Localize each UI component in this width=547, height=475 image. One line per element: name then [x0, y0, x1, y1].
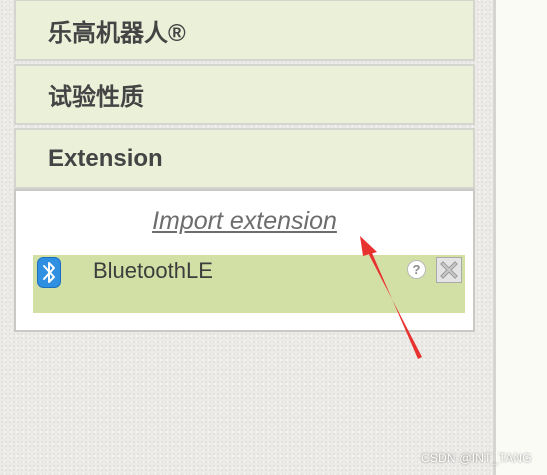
import-extension-link[interactable]: Import extension [16, 207, 473, 236]
drawer-label: 试验性质 [48, 84, 144, 111]
bluetooth-icon [37, 257, 61, 288]
drawer-label: 乐高机器人® [48, 19, 186, 47]
delete-extension-icon[interactable] [436, 257, 462, 283]
viewer-pane [496, 0, 547, 475]
drawer-label: Extension [48, 144, 163, 172]
drawer-experimental[interactable]: 试验性质 [14, 64, 475, 125]
extension-drawer-body: Import extension BluetoothLE ? [14, 189, 475, 332]
drawer-lego-robots[interactable]: 乐高机器人® [14, 0, 475, 61]
help-icon[interactable]: ? [407, 260, 426, 279]
watermark: CSDN @INT_TANG [421, 451, 532, 465]
component-label: BluetoothLE [93, 258, 213, 283]
component-item-bluetoothle[interactable]: BluetoothLE ? [33, 255, 465, 313]
drawer-extension[interactable]: Extension [14, 128, 475, 189]
